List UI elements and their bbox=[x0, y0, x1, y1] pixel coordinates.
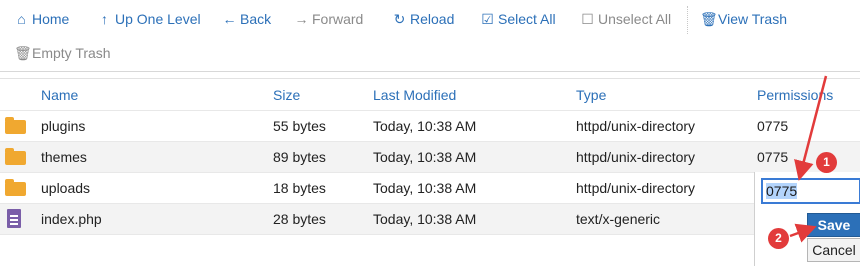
select-all-button[interactable]: ☑ Select All bbox=[480, 8, 556, 30]
column-header-type[interactable]: Type bbox=[576, 79, 606, 111]
file-permissions[interactable]: 0775 bbox=[757, 142, 788, 173]
forward-button[interactable]: → Forward bbox=[294, 8, 364, 30]
table-row[interactable]: themes 89 bytes Today, 10:38 AM httpd/un… bbox=[0, 142, 860, 173]
file-name[interactable]: uploads bbox=[41, 173, 90, 204]
file-name[interactable]: plugins bbox=[41, 111, 85, 142]
file-size: 28 bytes bbox=[273, 211, 326, 227]
file-last-modified: Today, 10:38 AM bbox=[373, 149, 477, 165]
file-size: 55 bytes bbox=[273, 118, 326, 134]
annotation-step-2-badge: 2 bbox=[768, 228, 789, 249]
view-trash-button[interactable]: 🗑View Trash bbox=[700, 8, 787, 30]
home-button[interactable]: ⌂ Home bbox=[14, 8, 69, 30]
level-up-icon: ↑ bbox=[101, 11, 108, 27]
select-all-label: Select All bbox=[498, 11, 556, 27]
file-type: httpd/unix-directory bbox=[576, 180, 696, 196]
trash-icon: 🗑 bbox=[14, 45, 32, 61]
back-button[interactable]: ← Back bbox=[222, 8, 272, 30]
arrow-left-icon: ← bbox=[222, 11, 237, 27]
save-button[interactable]: Save bbox=[807, 213, 860, 237]
annotation-step-1-badge: 1 bbox=[816, 152, 837, 173]
file-manager-toolbar: ⌂ Home ↑ Up One Level ← Back → Forward ↻ Relo… bbox=[0, 0, 860, 72]
forward-label: Forward bbox=[312, 11, 364, 27]
empty-trash-label: Empty Trash bbox=[32, 45, 111, 61]
file-name[interactable]: index.php bbox=[41, 204, 102, 235]
reload-label: Reload bbox=[410, 11, 455, 27]
permissions-input[interactable] bbox=[761, 178, 860, 204]
cancel-button[interactable]: Cancel bbox=[807, 238, 860, 262]
file-list-table: Name Size Last Modified Type Permissions… bbox=[0, 78, 860, 274]
column-header-size[interactable]: Size bbox=[273, 79, 300, 111]
file-type: text/x-generic bbox=[576, 211, 661, 227]
reload-icon: ↻ bbox=[393, 11, 406, 27]
checked-box-icon: ☑ bbox=[481, 11, 494, 27]
folder-icon bbox=[5, 117, 26, 134]
up-one-level-label: Up One Level bbox=[115, 11, 201, 27]
file-last-modified: Today, 10:38 AM bbox=[373, 118, 477, 134]
up-one-level-button[interactable]: ↑ Up One Level bbox=[97, 8, 201, 30]
permissions-inline-editor: Save Cancel bbox=[754, 172, 860, 266]
home-icon: ⌂ bbox=[17, 11, 26, 27]
empty-box-icon: ☐ bbox=[581, 11, 594, 27]
file-size: 89 bytes bbox=[273, 149, 326, 165]
file-permissions[interactable]: 0775 bbox=[757, 111, 788, 142]
trash-icon: 🗑 bbox=[700, 11, 718, 27]
arrow-right-icon: → bbox=[294, 11, 309, 27]
view-trash-label: View Trash bbox=[718, 11, 787, 27]
toolbar-divider bbox=[687, 6, 688, 34]
file-type: httpd/unix-directory bbox=[576, 118, 696, 134]
document-icon bbox=[7, 209, 21, 228]
file-name[interactable]: themes bbox=[41, 142, 87, 173]
table-row[interactable]: uploads 18 bytes Today, 10:38 AM httpd/u… bbox=[0, 173, 860, 204]
unselect-all-label: Unselect All bbox=[598, 11, 672, 27]
file-size: 18 bytes bbox=[273, 180, 326, 196]
unselect-all-button[interactable]: ☐ Unselect All bbox=[580, 8, 671, 30]
column-header-permissions[interactable]: Permissions bbox=[757, 79, 833, 111]
table-row[interactable]: index.php 28 bytes Today, 10:38 AM text/… bbox=[0, 204, 860, 235]
folder-icon bbox=[5, 148, 26, 165]
home-label: Home bbox=[32, 11, 70, 27]
file-last-modified: Today, 10:38 AM bbox=[373, 211, 477, 227]
column-header-name[interactable]: Name bbox=[41, 79, 78, 111]
table-row[interactable]: plugins 55 bytes Today, 10:38 AM httpd/u… bbox=[0, 111, 860, 142]
column-header-last-modified[interactable]: Last Modified bbox=[373, 79, 456, 111]
file-last-modified: Today, 10:38 AM bbox=[373, 180, 477, 196]
empty-trash-button[interactable]: 🗑Empty Trash bbox=[14, 42, 111, 64]
back-label: Back bbox=[240, 11, 272, 27]
reload-button[interactable]: ↻ Reload bbox=[392, 8, 455, 30]
file-type: httpd/unix-directory bbox=[576, 149, 696, 165]
table-header-row: Name Size Last Modified Type Permissions bbox=[0, 79, 860, 111]
folder-icon bbox=[5, 179, 26, 196]
